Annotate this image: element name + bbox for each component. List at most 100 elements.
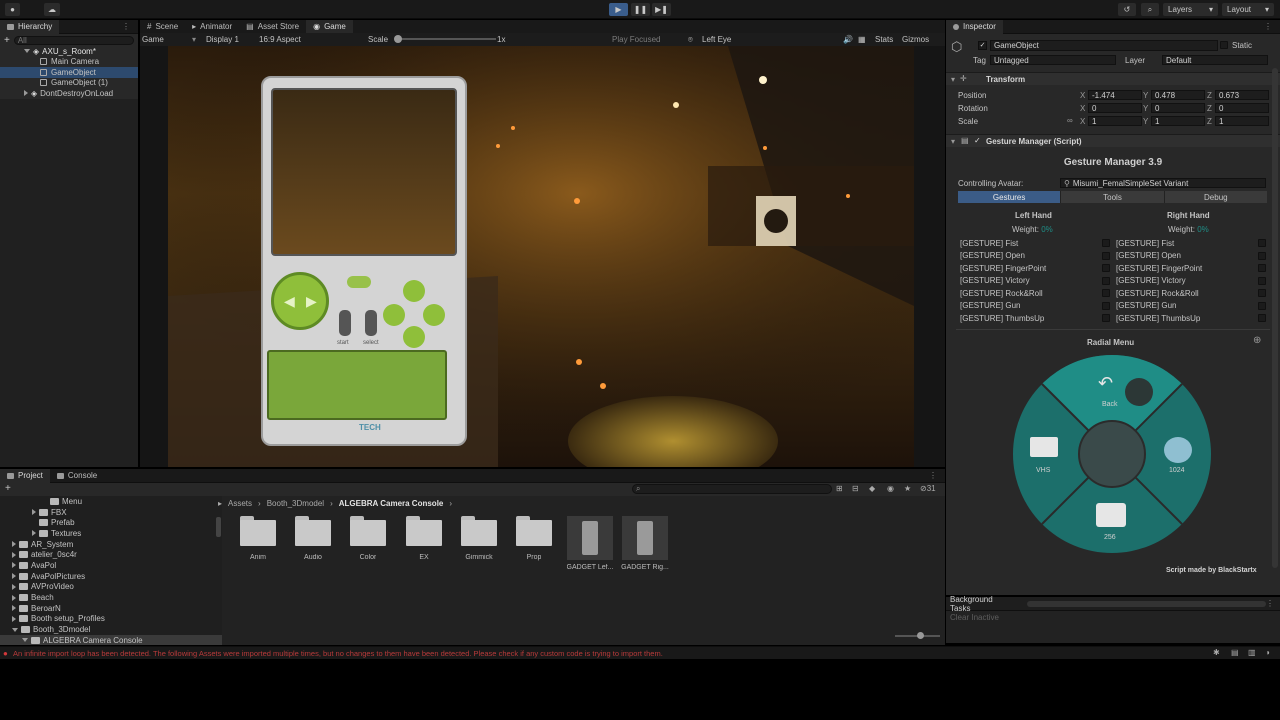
- bug-icon[interactable]: ✱: [1213, 648, 1220, 657]
- asset-prefab[interactable]: GADGET Rig...: [620, 516, 670, 571]
- gesture-checkbox[interactable]: [1258, 301, 1266, 310]
- game-mode-dropdown[interactable]: Game: [142, 35, 164, 44]
- expand-icon[interactable]: [32, 530, 36, 537]
- tab-game[interactable]: ◉ Game: [306, 19, 353, 34]
- tree-item[interactable]: Booth setup_Profiles: [0, 614, 222, 625]
- transform-header[interactable]: ▾ ✛ Transform: [946, 72, 1280, 85]
- position-z-field[interactable]: 0.673: [1215, 90, 1269, 100]
- gesture-row[interactable]: [GESTURE] ThumbsUp: [960, 312, 1110, 325]
- shortcuts-icon[interactable]: ▦: [858, 35, 866, 44]
- stats-button[interactable]: Stats: [875, 35, 893, 44]
- expand-icon[interactable]: [24, 49, 30, 54]
- gesture-checkbox[interactable]: [1102, 239, 1110, 248]
- scale-z-field[interactable]: 1: [1215, 116, 1269, 126]
- enabled-checkbox[interactable]: ✓: [974, 136, 981, 145]
- eye-dropdown[interactable]: Left Eye: [702, 35, 731, 44]
- status-message[interactable]: An infinite import loop has been detecte…: [13, 649, 663, 658]
- account-icon[interactable]: ●: [5, 3, 20, 16]
- gesture-row[interactable]: [GESTURE] Gun: [960, 300, 1110, 313]
- gesture-row[interactable]: [GESTURE] Rock&Roll: [1116, 287, 1266, 300]
- gesture-checkbox[interactable]: [1102, 289, 1110, 298]
- gesture-checkbox[interactable]: [1102, 314, 1110, 323]
- cache-icon[interactable]: ◑: [1265, 648, 1270, 657]
- icon-size-slider[interactable]: [895, 632, 940, 639]
- avatar-field[interactable]: ⚲ Misumi_FemalSimpleSet Variant: [1060, 178, 1266, 188]
- back-arrow-icon[interactable]: ↶: [1098, 373, 1113, 394]
- add-icon[interactable]: +: [5, 483, 11, 494]
- tree-item[interactable]: Menu: [0, 496, 222, 507]
- gesture-checkbox[interactable]: [1258, 276, 1266, 285]
- active-checkbox[interactable]: ✓: [978, 41, 987, 50]
- center-button[interactable]: [347, 276, 371, 288]
- project-search-input[interactable]: ⌕: [632, 484, 832, 494]
- tree-item[interactable]: Beach: [0, 592, 222, 603]
- play-button[interactable]: ▶: [609, 3, 628, 16]
- gesture-row[interactable]: [GESTURE] Fist: [1116, 237, 1266, 250]
- keypad[interactable]: [267, 350, 447, 420]
- vhs-icon[interactable]: [1030, 437, 1058, 457]
- add-circle-icon[interactable]: ⊕: [1253, 335, 1261, 346]
- expand-icon[interactable]: [12, 551, 16, 558]
- static-checkbox[interactable]: [1220, 41, 1228, 49]
- dpad-button[interactable]: ◀ ▶: [271, 272, 329, 330]
- expand-icon[interactable]: [12, 627, 18, 632]
- asset-prefab[interactable]: GADGET Lef...: [565, 516, 615, 571]
- list-item[interactable]: ◈ AXU_s_Room*: [0, 46, 138, 57]
- tree-item[interactable]: AVProVideo: [0, 582, 222, 593]
- tree-item[interactable]: Textures: [0, 528, 222, 539]
- gesture-row[interactable]: [GESTURE] Fist: [960, 237, 1110, 250]
- gesture-checkbox[interactable]: [1102, 276, 1110, 285]
- layers-icon[interactable]: ▤: [1231, 648, 1239, 657]
- cloud-icon[interactable]: ☁: [44, 3, 60, 16]
- hierarchy-search-input[interactable]: All: [13, 35, 134, 45]
- gesture-checkbox[interactable]: [1258, 314, 1266, 323]
- aspect-dropdown[interactable]: 16:9 Aspect: [259, 35, 301, 44]
- tag-dropdown[interactable]: Untagged: [990, 55, 1116, 65]
- tree-item[interactable]: Prefab: [0, 517, 222, 528]
- tree-scrollbar[interactable]: [216, 517, 221, 537]
- tab-debug[interactable]: Debug: [1163, 191, 1267, 203]
- layers-dropdown[interactable]: Layers ▾: [1163, 3, 1218, 16]
- gesture-row[interactable]: [GESTURE] Victory: [960, 275, 1110, 288]
- tab-asset-store[interactable]: ▤ Asset Store: [239, 20, 306, 34]
- panel-menu-icon[interactable]: ⋮: [1266, 599, 1274, 608]
- scale-slider[interactable]: [394, 35, 496, 43]
- name-field[interactable]: GameObject: [990, 40, 1218, 51]
- gesture-row[interactable]: [GESTURE] Open: [960, 250, 1110, 263]
- gesture-row[interactable]: [GESTURE] ThumbsUp: [1116, 312, 1266, 325]
- asset-folder[interactable]: EX: [399, 516, 449, 561]
- camera-icon[interactable]: [1096, 503, 1126, 527]
- gizmos-button[interactable]: Gizmos: [902, 35, 929, 44]
- gesture-checkbox[interactable]: [1258, 289, 1266, 298]
- tab-gestures[interactable]: Gestures: [958, 191, 1061, 203]
- scale-y-field[interactable]: 1: [1151, 116, 1205, 126]
- tree-item[interactable]: FBX: [0, 507, 222, 518]
- constrain-link-icon[interactable]: ∞: [1067, 116, 1073, 125]
- expand-icon[interactable]: [12, 583, 16, 590]
- position-y-field[interactable]: 0.478: [1151, 90, 1205, 100]
- search-icon[interactable]: ⌕: [1141, 3, 1159, 16]
- panel-menu-icon[interactable]: ⋮: [929, 471, 937, 480]
- gesture-checkbox[interactable]: [1258, 264, 1266, 273]
- expand-icon[interactable]: [12, 562, 16, 569]
- step-button[interactable]: ▶❚: [652, 3, 671, 16]
- collapse-icon[interactable]: ▾: [951, 137, 955, 146]
- gesture-checkbox[interactable]: [1102, 264, 1110, 273]
- gesture-checkbox[interactable]: [1102, 301, 1110, 310]
- expand-icon[interactable]: [12, 605, 16, 612]
- play-focused-dropdown[interactable]: Play Focused: [612, 35, 660, 44]
- tree-item[interactable]: AR_System: [0, 539, 222, 550]
- breadcrumb-item[interactable]: ALGEBRA Camera Console: [339, 499, 444, 508]
- inspector-scrollbar[interactable]: [1272, 68, 1278, 568]
- layer-dropdown[interactable]: Default: [1162, 55, 1268, 65]
- start-button[interactable]: [339, 310, 351, 336]
- favorite-icon[interactable]: ★: [904, 484, 911, 493]
- display-dropdown[interactable]: Display 1: [206, 35, 239, 44]
- tree-item[interactable]: atelier_0sc4r: [0, 549, 222, 560]
- select-button[interactable]: [365, 310, 377, 336]
- list-item[interactable]: ◈ DontDestroyOnLoad: [0, 88, 138, 99]
- list-item[interactable]: GameObject: [0, 67, 138, 78]
- gesture-row[interactable]: [GESTURE] Gun: [1116, 300, 1266, 313]
- pause-button[interactable]: ❚❚: [631, 3, 650, 16]
- tab-project[interactable]: Project: [0, 468, 50, 483]
